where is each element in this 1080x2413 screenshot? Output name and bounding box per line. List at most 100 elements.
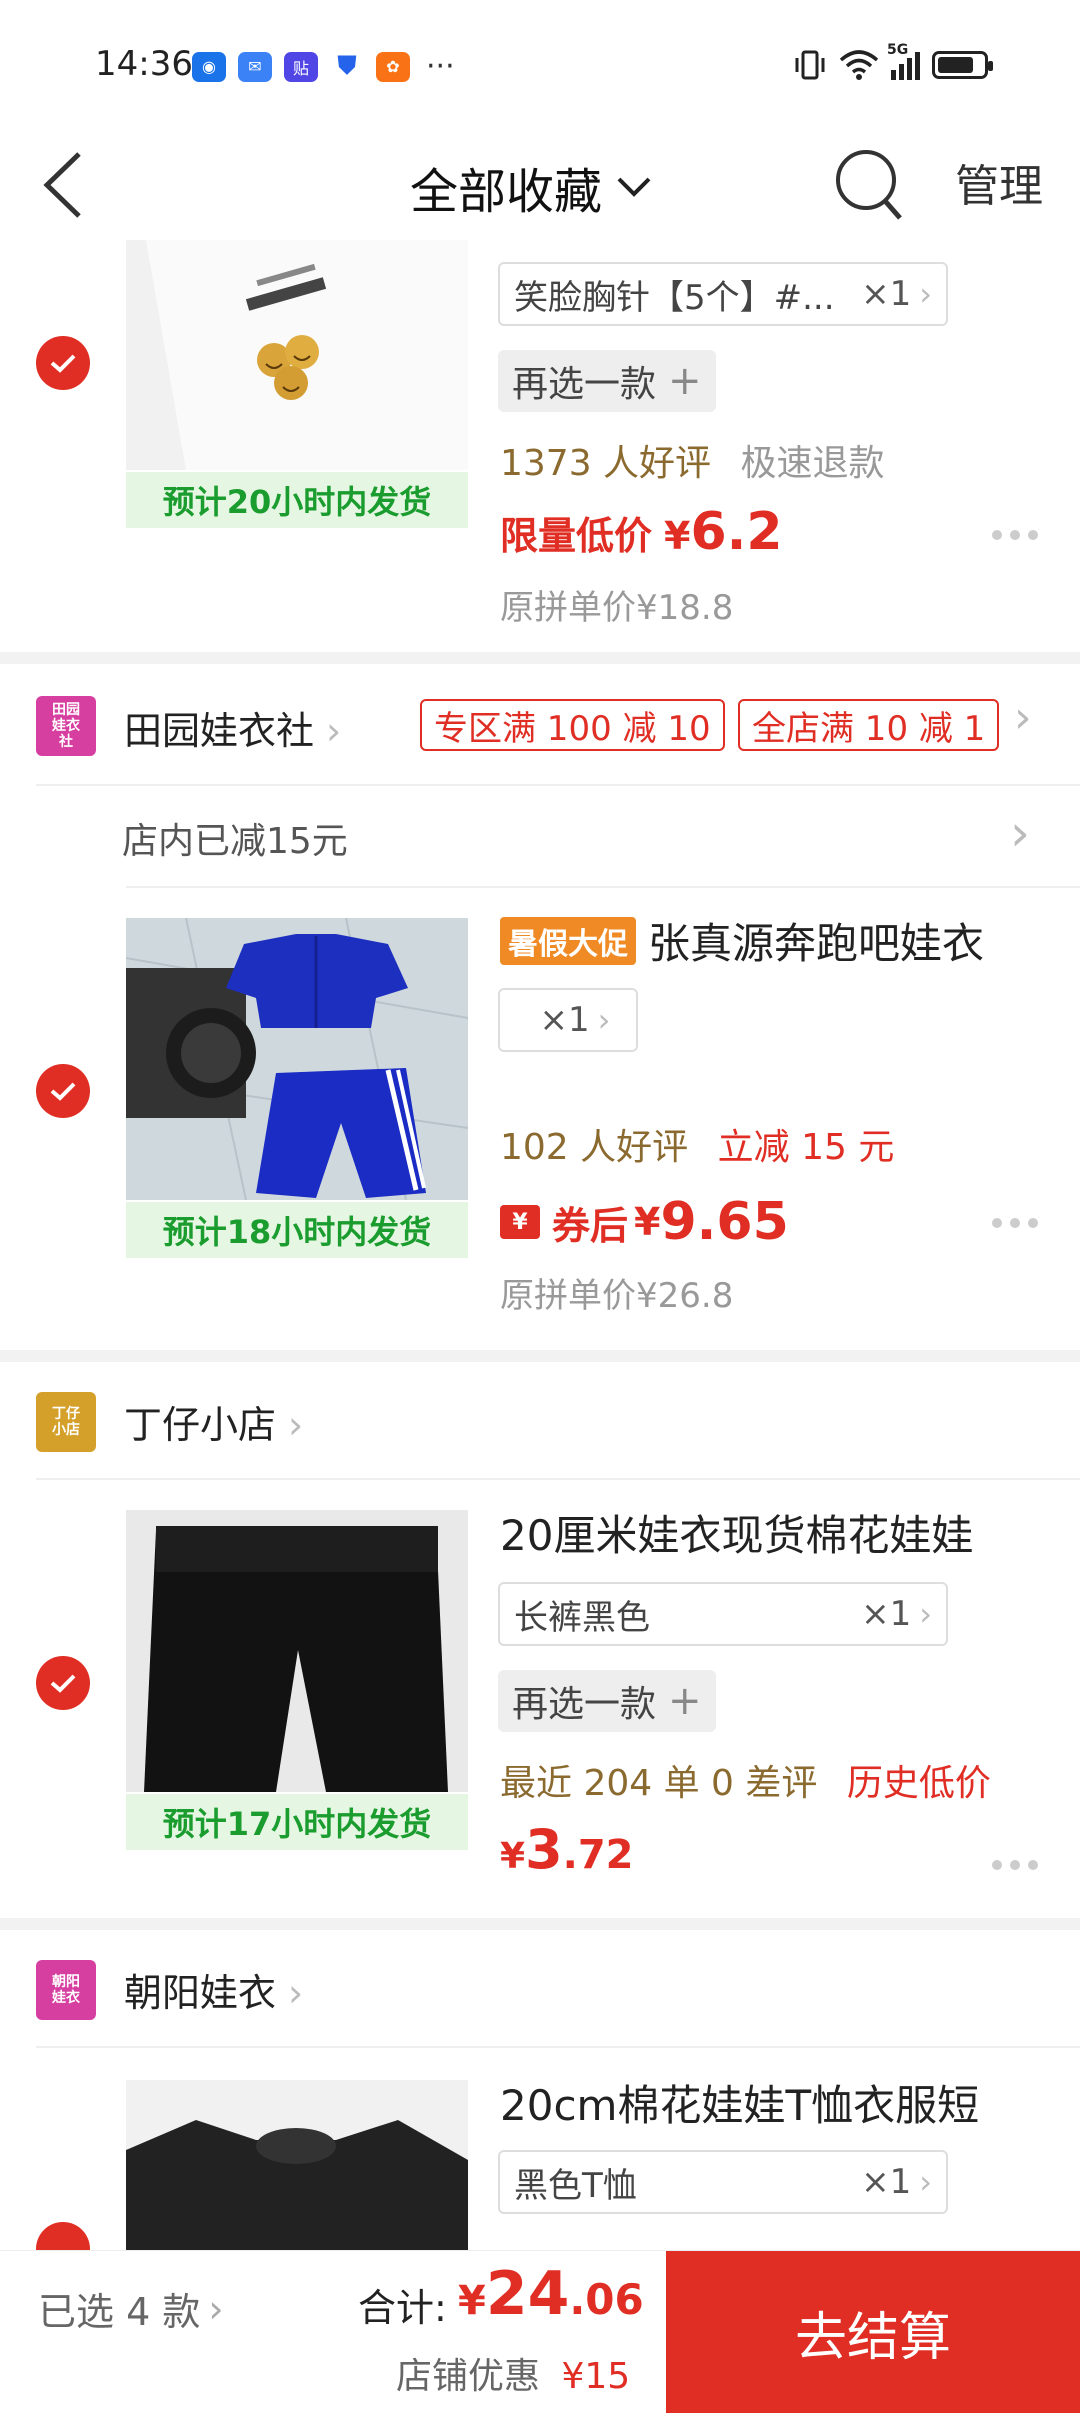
coupon-icon: ¥ — [500, 1205, 540, 1239]
check-icon — [50, 354, 76, 373]
store-discount-summary: 店铺优惠 ¥15 — [396, 2347, 630, 2399]
store-header[interactable]: 田园娃衣社 田园娃衣社 › 专区满 100 减 10 全店满 10 减 1 › — [0, 664, 1080, 774]
section-separator — [0, 652, 1080, 664]
discount-label: 店铺优惠 — [396, 2356, 541, 2397]
currency: ¥ — [458, 2278, 486, 2324]
smiley-pins-image — [126, 240, 468, 470]
store-section-3: 朝阳娃衣 朝阳娃衣 › 20cm棉花娃娃T恤衣服短 黑色T恤 ×1 › — [0, 1930, 1080, 2276]
black-tshirt-image — [126, 2080, 468, 2250]
quantity: ×1 — [861, 274, 912, 314]
price-label: 券后 — [552, 1203, 629, 1248]
store-name: 朝阳娃衣 › — [124, 1962, 303, 2017]
status-time: 14:36 — [95, 44, 193, 84]
spec-selector[interactable]: 黑色T恤 ×1 › — [498, 2150, 948, 2214]
reselect-button[interactable]: 再选一款 + — [498, 350, 716, 412]
spec-selector[interactable]: 长裤黑色 ×1 › — [498, 1582, 948, 1646]
cart-item-1: 预计20小时内发货 笑脸胸针【5个】#... ×1 › 再选一款 + 1373 … — [0, 240, 1080, 650]
rating-line: 最近 204 单 0 差评 历史低价 — [500, 1754, 991, 1806]
manage-button[interactable]: 管理 — [955, 150, 1043, 214]
spec-text: 黑色T恤 — [514, 2165, 637, 2206]
plus-icon: + — [668, 358, 702, 404]
chevron-right-icon: › — [919, 2163, 932, 2201]
more-options-button[interactable] — [992, 1218, 1038, 1228]
signal-icon: 5G — [887, 42, 920, 80]
section-separator — [0, 1350, 1080, 1362]
reselect-button[interactable]: 再选一款 + — [498, 1670, 716, 1732]
check-icon — [50, 1082, 76, 1101]
store-logo: 田园娃衣社 — [36, 696, 96, 756]
product-image[interactable] — [126, 1510, 468, 1792]
chevron-down-icon — [617, 177, 651, 197]
store-discount-text: 店内已减15元 — [122, 821, 348, 862]
quantity: ×1 — [861, 1594, 912, 1634]
more-notifications-icon: ··· — [426, 49, 455, 84]
total-integer: 24 — [485, 2259, 570, 2329]
chevron-left-icon — [43, 152, 81, 218]
store-logo-text: 田园娃衣社 — [52, 702, 80, 750]
vibrate-icon — [795, 50, 825, 80]
product-title[interactable]: 20cm棉花娃娃T恤衣服短 — [500, 2072, 979, 2133]
store-logo-text: 丁仔小店 — [52, 1406, 80, 1438]
map-app-icon: ◉ — [192, 51, 226, 82]
store-name-text: 田园娃衣社 — [124, 709, 315, 753]
chevron-right-icon: › — [1010, 804, 1030, 862]
chevron-right-icon: › — [208, 2286, 224, 2331]
store-name-text: 丁仔小店 — [124, 1403, 277, 1447]
shipping-estimate: 预计17小时内发货 — [126, 1794, 468, 1850]
product-image[interactable] — [126, 918, 468, 1200]
currency: ¥ — [664, 514, 691, 558]
price: 9.65 — [660, 1192, 789, 1252]
promo-tag[interactable]: 全店满 10 减 1 — [738, 699, 1000, 751]
store-name: 田园娃衣社 › — [124, 700, 341, 755]
product-title[interactable]: 20厘米娃衣现货棉花娃娃 — [500, 1502, 973, 1563]
rating-tag: 历史低价 — [846, 1763, 991, 1804]
spec-text: 长裤黑色 — [514, 1597, 650, 1638]
search-icon — [836, 150, 902, 220]
spec-text: 笑脸胸针【5个】#... — [514, 277, 835, 318]
original-price: 原拼单价¥26.8 — [500, 1276, 734, 1316]
price-integer: 3 — [525, 1818, 563, 1881]
mail-app-icon: ✉ — [238, 51, 272, 82]
spec-selector[interactable]: 笑脸胸针【5个】#... ×1 › — [498, 262, 948, 326]
selected-count-button[interactable]: 已选 4 款 › — [38, 2281, 224, 2336]
product-title[interactable]: 暑假大促 张真源奔跑吧娃衣 — [500, 910, 984, 971]
promo-tag[interactable]: 专区满 100 减 10 — [420, 699, 725, 751]
discount-value: ¥15 — [561, 2356, 631, 2397]
checkout-bar: 已选 4 款 › 合计: ¥ 24 .06 店铺优惠 ¥15 去结算 — [0, 2250, 1080, 2413]
shipping-estimate: 预计20小时内发货 — [126, 472, 468, 528]
chevron-right-icon: › — [326, 709, 342, 753]
rating-tag: 立减 15 元 — [717, 1127, 895, 1168]
item-checkbox[interactable] — [36, 1064, 90, 1118]
total-label: 合计: — [358, 2286, 447, 2330]
search-button[interactable] — [830, 142, 910, 228]
status-bar: 14:36 ◉ ✉ 贴 ⛊ ✿ ··· 5G — [0, 0, 1080, 130]
collection-filter-dropdown[interactable]: 全部收藏 — [410, 152, 652, 222]
checkout-button[interactable]: 去结算 — [666, 2251, 1080, 2413]
price-line: ¥ 3 .72 — [500, 1818, 634, 1881]
product-image[interactable] — [126, 240, 468, 470]
reselect-label: 再选一款 — [512, 1684, 657, 1725]
tieba-app-icon: 贴 — [284, 51, 318, 82]
item-checkbox[interactable] — [36, 336, 90, 390]
spec-selector[interactable]: ×1 › — [498, 988, 638, 1052]
store-header[interactable]: 朝阳娃衣 朝阳娃衣 › — [0, 1930, 1080, 2040]
product-title-text: 张真源奔跑吧娃衣 — [648, 919, 985, 968]
black-shorts-image — [126, 1510, 468, 1792]
store-section-2: 丁仔小店 丁仔小店 › 预计17小时内发货 20厘米娃衣现货棉花娃娃 长裤黑色 ×… — [0, 1362, 1080, 1918]
item-checkbox[interactable] — [36, 1656, 90, 1710]
chevron-right-icon: › — [919, 1595, 932, 1633]
store-header[interactable]: 丁仔小店 丁仔小店 › — [0, 1362, 1080, 1472]
divider — [36, 2046, 1080, 2048]
battery-icon — [932, 51, 993, 79]
back-button[interactable] — [28, 140, 98, 230]
product-image[interactable] — [126, 2080, 468, 2250]
top-nav: 全部收藏 管理 — [0, 130, 1080, 240]
doll-clothes-image — [126, 918, 468, 1200]
chevron-right-icon[interactable]: › — [1014, 692, 1032, 743]
store-discount-row[interactable]: 店内已减15元 › — [0, 786, 1080, 886]
store-logo: 丁仔小店 — [36, 1392, 96, 1452]
price-decimal: .72 — [562, 1832, 634, 1878]
store-name-text: 朝阳娃衣 — [124, 1971, 277, 2015]
more-options-button[interactable] — [992, 1860, 1038, 1870]
more-options-button[interactable] — [992, 530, 1038, 540]
